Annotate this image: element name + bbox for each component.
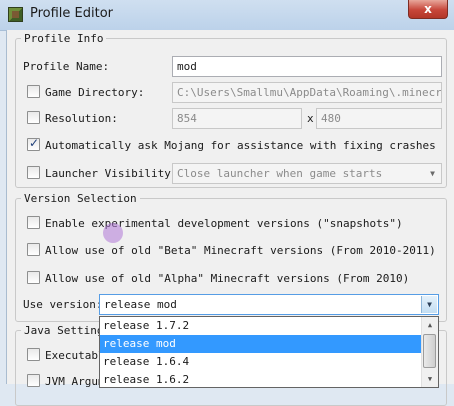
dialog-body: Profile Info Profile Name: mod Game Dire…: [6, 30, 454, 406]
title-bar: Profile Editor x: [0, 0, 454, 31]
chevron-down-icon: ▼: [430, 169, 435, 178]
profile-name-input[interactable]: mod: [172, 56, 442, 77]
resolution-checkbox[interactable]: [27, 111, 40, 124]
resolution-label: Resolution:: [45, 112, 118, 125]
version-option[interactable]: release 1.6.2: [100, 371, 423, 387]
profile-name-label: Profile Name:: [23, 60, 110, 73]
executable-checkbox[interactable]: [27, 348, 40, 361]
auto-crash-assist-checkbox[interactable]: [27, 136, 40, 151]
version-option-selected[interactable]: release mod: [100, 335, 423, 353]
scroll-down-arrow-icon[interactable]: ▼: [422, 371, 438, 387]
resolution-height-input[interactable]: 480: [316, 108, 442, 129]
jvm-arguments-checkbox[interactable]: [27, 374, 40, 387]
beta-versions-checkbox[interactable]: [27, 243, 40, 256]
version-selection-legend: Version Selection: [24, 192, 137, 205]
game-directory-checkbox[interactable]: [27, 85, 40, 98]
dropdown-scrollbar[interactable]: ▲ ▼: [421, 317, 438, 387]
launcher-visibility-value: Close launcher when game starts: [177, 167, 383, 180]
version-option[interactable]: release 1.6.4: [100, 353, 423, 371]
pointer-highlight: [103, 223, 123, 243]
beta-versions-label: Allow use of old "Beta" Minecraft versio…: [45, 244, 436, 257]
scroll-up-arrow-icon[interactable]: ▲: [422, 317, 438, 333]
launcher-visibility-select[interactable]: Close launcher when game starts ▼: [172, 163, 442, 184]
auto-crash-assist-label: Automatically ask Mojang for assistance …: [45, 139, 436, 152]
version-dropdown-list: release 1.7.2 release mod release 1.6.4 …: [99, 316, 439, 388]
use-version-value: release mod: [104, 298, 177, 311]
snapshots-checkbox[interactable]: [27, 216, 40, 229]
snapshots-label: Enable experimental development versions…: [45, 217, 403, 230]
launcher-visibility-label: Launcher Visibility:: [45, 167, 178, 180]
window-title: Profile Editor: [30, 6, 114, 21]
game-directory-input[interactable]: C:\Users\Smallmu\AppData\Roaming\.minecr…: [172, 82, 442, 103]
resolution-width-input[interactable]: 854: [172, 108, 302, 129]
launcher-visibility-checkbox[interactable]: [27, 166, 40, 179]
chevron-down-icon: ▼: [421, 296, 437, 313]
close-button[interactable]: x: [408, 0, 448, 19]
alpha-versions-label: Allow use of old "Alpha" Minecraft versi…: [45, 272, 410, 285]
resolution-separator: x: [307, 112, 314, 125]
profile-info-legend: Profile Info: [24, 32, 104, 45]
use-version-label: Use version:: [23, 298, 103, 311]
use-version-select[interactable]: release mod ▼: [99, 294, 439, 315]
minecraft-grass-block-icon: [8, 7, 23, 22]
alpha-versions-checkbox[interactable]: [27, 271, 40, 284]
version-option[interactable]: release 1.7.2: [100, 317, 423, 335]
game-directory-label: Game Directory:: [45, 86, 145, 99]
scroll-thumb[interactable]: [423, 334, 436, 368]
